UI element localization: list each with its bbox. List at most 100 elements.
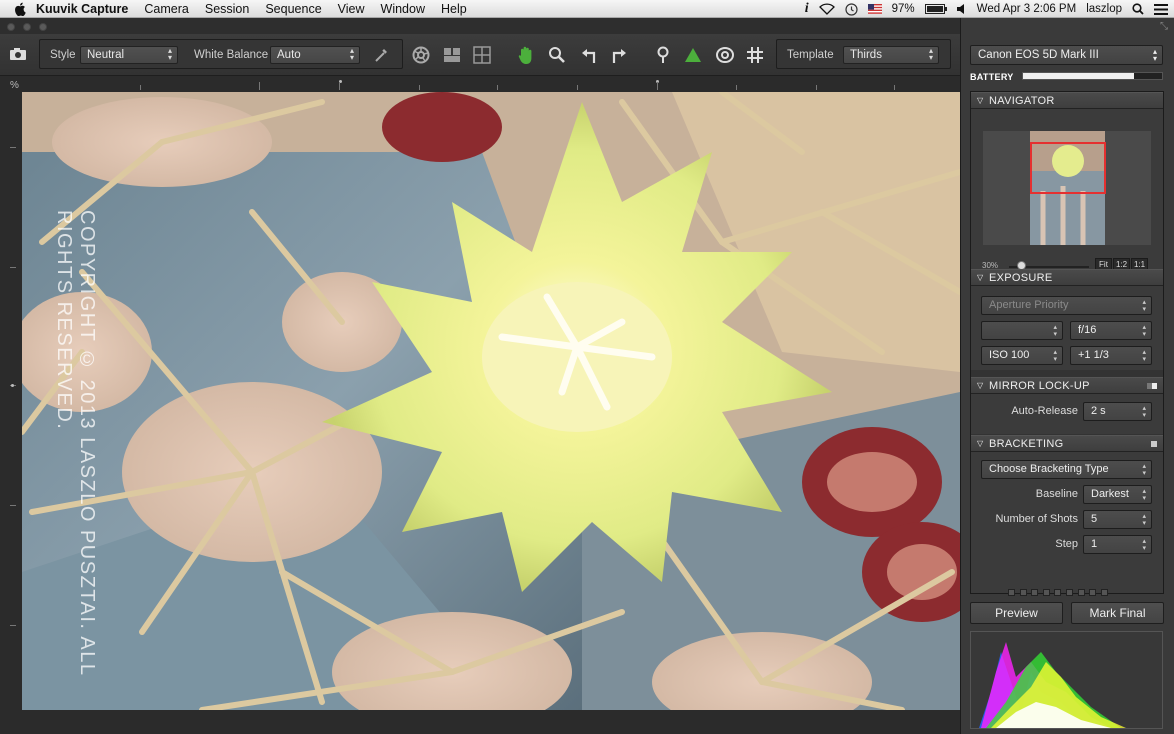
focus-icon[interactable] [714,44,736,66]
grid-icon[interactable] [471,44,493,66]
template-group: Template Thirds ▴ ▾ [776,39,951,69]
menu-user[interactable]: laszlop [1086,3,1122,15]
bracketing-title: BRACKETING [989,438,1064,450]
app-menu[interactable]: Kuuvik Capture [28,0,136,18]
menu-sequence[interactable]: Sequence [257,0,329,18]
histogram-graph [979,642,1126,728]
status-strip [0,710,960,734]
mirror-lockup-header[interactable]: ▽ MIRROR LOCK-UP [971,377,1163,394]
exposure-mode-value: Aperture Priority [989,299,1069,311]
volume-icon[interactable] [956,4,967,14]
step-value: 1 [1091,538,1098,550]
chevron-updown-icon: ▴ ▾ [1142,405,1146,419]
step-label: Step [1055,538,1078,550]
rotate-left-icon[interactable] [578,44,600,66]
rotate-right-icon[interactable] [608,44,630,66]
inspector-panels: ▽ NAVIGATOR 30% Fit 1:2 1:1 ▽ EXPOSURE A… [970,91,1164,596]
camera-select[interactable]: Canon EOS 5D Mark III ▴ ▾ [970,45,1163,65]
exposure-compensation-value: +1 1/3 [1078,349,1109,361]
exposure-header[interactable]: ▽ EXPOSURE [971,269,1163,286]
menu-view[interactable]: View [330,0,373,18]
mirror-lockup-title: MIRROR LOCK-UP [989,380,1090,392]
chevron-updown-icon: ▴ ▾ [928,46,933,62]
navigator-thumbnail[interactable] [983,131,1151,245]
cactus-flower-photo [22,92,960,710]
aperture-icon[interactable] [410,44,432,66]
sidebar: ⤡ Canon EOS 5D Mark III ▴ ▾ BATTERY ▽ NAV… [960,18,1174,734]
bracketing-shot-indicators [1008,587,1112,599]
menu-clock[interactable]: Wed Apr 3 2:06 PM [977,3,1077,15]
shot-indicator [1008,589,1015,596]
navigator-header[interactable]: ▽ NAVIGATOR [971,92,1163,109]
menu-window[interactable]: Window [373,0,433,18]
pin-icon[interactable] [652,44,674,66]
photo-canvas[interactable]: COPYRIGHT © 2013 LASZLO PUSZTAI. ALL RIG… [22,92,960,710]
disclosure-triangle-icon: ▽ [977,273,984,282]
template-select[interactable]: Thirds ▴ ▾ [843,46,939,64]
minimize-window-button[interactable] [23,23,31,31]
shutter-speed-select[interactable]: ▴ ▾ [981,321,1063,340]
iso-select[interactable]: ISO 100 ▴ ▾ [981,346,1063,365]
white-balance-select[interactable]: Auto ▴ ▾ [270,46,360,64]
shot-indicator [1042,589,1050,596]
chevron-updown-icon: ▴ ▾ [1142,513,1146,527]
shot-indicator [1089,589,1097,596]
wifi-icon[interactable] [818,3,835,15]
hand-icon[interactable] [515,44,537,66]
flag-icon[interactable] [867,4,882,14]
shot-indicator [1077,589,1085,596]
menu-camera[interactable]: Camera [136,0,196,18]
compare-icon[interactable] [441,44,463,66]
menu-help[interactable]: Help [433,0,475,18]
shot-indicator [1019,589,1027,596]
exposure-mode-select[interactable]: Aperture Priority ▴ ▾ [981,296,1152,315]
eyedropper-icon[interactable] [370,44,392,66]
toggle-icon[interactable] [1151,441,1157,447]
number-of-shots-select[interactable]: 5 ▴ ▾ [1083,510,1152,529]
menu-bar: Kuuvik Capture Camera Session Sequence V… [0,0,1174,18]
aperture-value: f/16 [1078,324,1097,336]
template-label: Template [787,49,834,61]
chevron-updown-icon: ▴ ▾ [1152,47,1157,63]
preview-button[interactable]: Preview [970,602,1063,624]
style-value: Neutral [87,49,125,61]
camera-icon[interactable] [7,43,29,65]
number-of-shots-value: 5 [1091,513,1098,525]
search-icon[interactable] [1132,3,1144,15]
aperture-select[interactable]: f/16 ▴ ▾ [1070,321,1152,340]
time-machine-icon[interactable] [845,2,858,16]
close-window-button[interactable] [7,23,15,31]
chevron-updown-icon: ▴ ▾ [1142,488,1146,502]
baseline-select[interactable]: Darkest ▴ ▾ [1083,485,1152,504]
baseline-label: Baseline [1035,488,1078,500]
template-value: Thirds [850,49,882,61]
navigator-preview-image [1030,131,1106,245]
bracketing-header[interactable]: ▽ BRACKETING [971,435,1163,452]
bracketing-type-value: Choose Bracketing Type [989,463,1109,475]
auto-release-select[interactable]: 2 s ▴ ▾ [1083,402,1152,421]
toggle-icon[interactable] [1147,383,1157,389]
histogram [970,631,1163,729]
exposure-compensation-select[interactable]: +1 1/3 ▴ ▾ [1070,346,1152,365]
info-icon[interactable]: i [805,1,809,17]
list-icon[interactable] [1154,3,1168,15]
zoom-window-button[interactable] [39,23,47,31]
step-select[interactable]: 1 ▴ ▾ [1083,535,1152,554]
mark-final-button[interactable]: Mark Final [1071,602,1164,624]
apple-menu-icon[interactable] [12,1,28,17]
disclosure-triangle-icon: ▽ [977,381,984,390]
window-titlebar [0,18,960,34]
chevron-updown-icon: ▴ ▾ [1053,349,1057,363]
disclosure-triangle-icon: ▽ [977,439,984,448]
shot-indicator [1065,589,1073,596]
warning-icon[interactable] [682,44,704,66]
battery-icon[interactable] [924,4,947,14]
resize-icon[interactable]: ⤡ [1160,21,1168,32]
style-select[interactable]: Neutral ▴ ▾ [80,46,178,64]
bracketing-type-select[interactable]: Choose Bracketing Type ▴ ▾ [981,460,1152,479]
navigator-body: 30% Fit 1:2 1:1 [971,109,1163,272]
grid-overlay-icon[interactable] [744,44,766,66]
shot-indicator [1100,589,1108,596]
menu-session[interactable]: Session [197,0,257,18]
zoom-icon[interactable] [546,44,568,66]
